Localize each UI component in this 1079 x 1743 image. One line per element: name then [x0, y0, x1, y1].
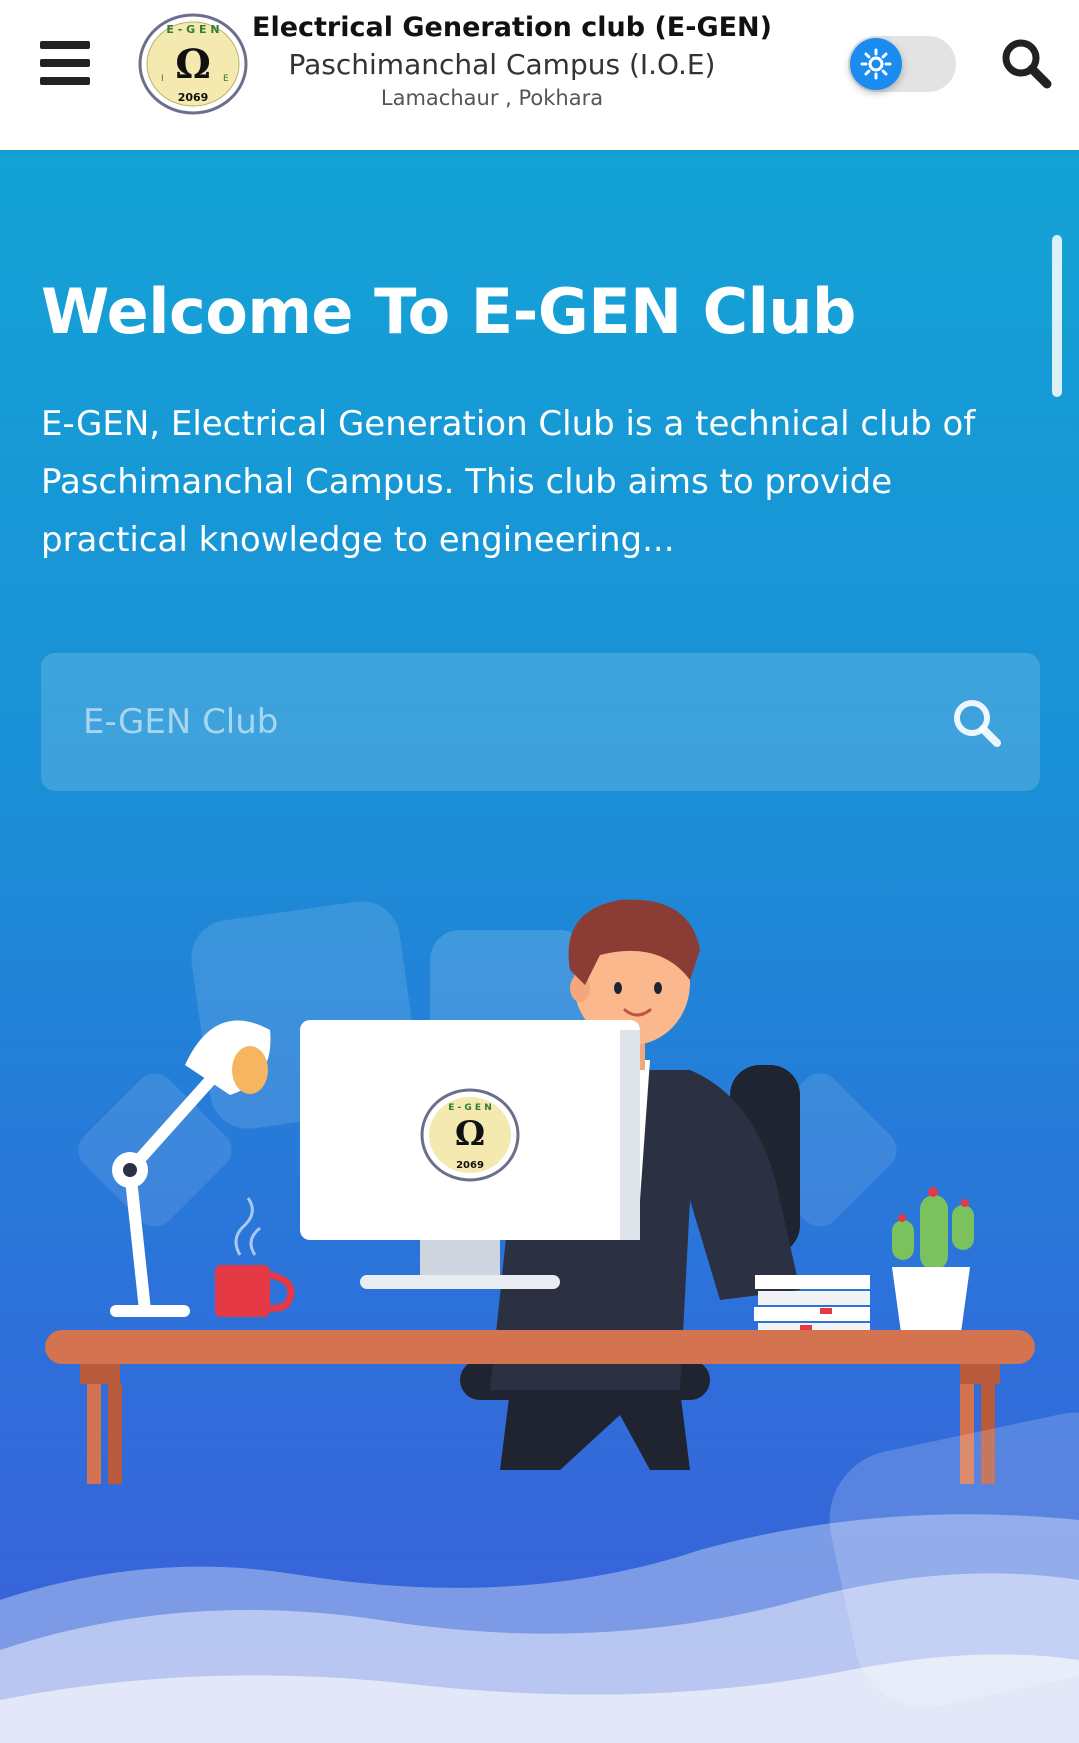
club-logo[interactable]: E - G E N Ω I E 2069: [137, 13, 249, 116]
sun-icon: [860, 48, 892, 80]
paper-stack: [754, 1275, 870, 1337]
coffee-mug: [215, 1197, 295, 1317]
hero-title: Welcome To E-GEN Club: [41, 275, 856, 348]
svg-text:E - G E N: E - G E N: [448, 1103, 491, 1113]
menu-bar: [40, 77, 90, 85]
svg-text:Ω: Ω: [175, 41, 211, 88]
app-header: E - G E N Ω I E 2069 Electrical Generati…: [0, 0, 1079, 150]
logo-year: 2069: [178, 91, 209, 104]
hero-section: Welcome To E-GEN Club E-GEN, Electrical …: [0, 150, 1079, 1743]
logo-letter-i: I: [161, 74, 164, 84]
theme-toggle[interactable]: [848, 36, 956, 92]
hero-description: E-GEN, Electrical Generation Club is a t…: [41, 404, 976, 560]
hamburger-menu-icon[interactable]: [40, 41, 90, 85]
club-title: Electrical Generation club (E-GEN): [252, 12, 772, 43]
hero-search-input[interactable]: [41, 653, 941, 791]
scrollbar-thumb[interactable]: [1052, 235, 1062, 397]
svg-text:Ω: Ω: [455, 1114, 485, 1154]
potted-cactus: [892, 1187, 974, 1340]
search-icon[interactable]: [1000, 37, 1052, 89]
logo-ring-text: E - G E N: [166, 23, 219, 36]
logo-letter-e: E: [223, 74, 229, 84]
hero-search-box: [41, 653, 1040, 791]
search-icon[interactable]: [949, 695, 1005, 751]
campus-location: Lamachaur , Pokhara: [380, 86, 604, 110]
menu-bar: [40, 59, 90, 67]
campus-name: Paschimanchal Campus (I.O.E): [288, 48, 716, 81]
toggle-knob: [850, 38, 902, 90]
wave-decoration: [0, 1412, 1079, 1743]
menu-bar: [40, 41, 90, 49]
svg-text:2069: 2069: [456, 1160, 484, 1171]
